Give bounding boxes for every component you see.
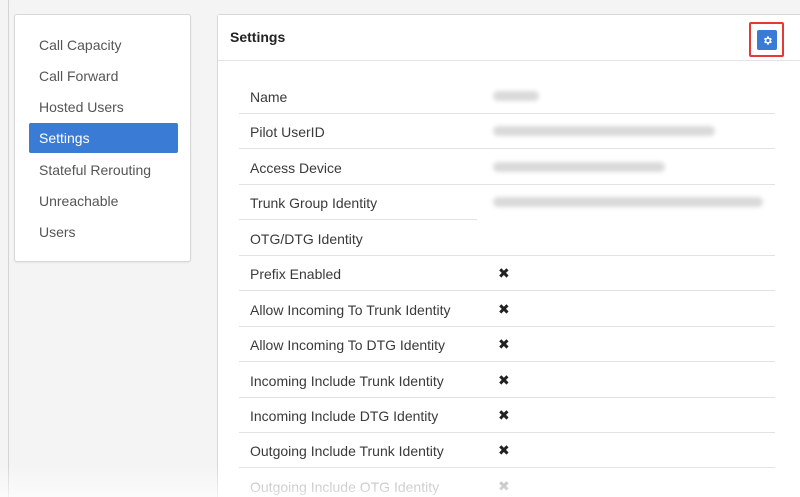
row-label-allow-incoming-trunk: Allow Incoming To Trunk Identity — [250, 302, 451, 318]
table-row: Incoming Include DTG Identity ✖ — [239, 398, 775, 433]
close-icon: ✖ — [498, 336, 510, 352]
table-row: Access Device — [239, 150, 775, 185]
sidebar-item-stateful-rerouting[interactable]: Stateful Rerouting — [29, 155, 178, 185]
table-row: OTG/DTG Identity — [239, 221, 775, 256]
row-label-outgoing-include-trunk: Outgoing Include Trunk Identity — [250, 443, 444, 459]
gear-highlight-box — [749, 22, 784, 57]
panel-header: Settings — [218, 15, 800, 61]
redacted-value — [493, 126, 715, 136]
sidebar-item-call-forward[interactable]: Call Forward — [29, 61, 178, 91]
settings-panel: Settings Name Pilot UserID Access Device — [217, 14, 800, 497]
sidebar-item-settings[interactable]: Settings — [29, 123, 178, 153]
redacted-value — [493, 197, 763, 207]
close-icon: ✖ — [498, 372, 510, 388]
row-label-trunk-group-identity: Trunk Group Identity — [250, 195, 378, 211]
row-label-prefix-enabled: Prefix Enabled — [250, 266, 342, 282]
row-label-incoming-include-trunk: Incoming Include Trunk Identity — [250, 373, 444, 389]
table-row: Allow Incoming To Trunk Identity ✖ — [239, 292, 775, 327]
table-row: Trunk Group Identity — [239, 185, 775, 220]
close-icon: ✖ — [498, 442, 510, 458]
row-label-otg-dtg-identity: OTG/DTG Identity — [250, 231, 363, 247]
close-icon: ✖ — [498, 301, 510, 317]
table-row: Outgoing Include Trunk Identity ✖ — [239, 433, 775, 468]
redacted-value — [493, 91, 539, 101]
panel-title: Settings — [230, 29, 286, 45]
table-row: Prefix Enabled ✖ — [239, 256, 775, 291]
row-label-allow-incoming-dtg: Allow Incoming To DTG Identity — [250, 337, 446, 353]
close-icon: ✖ — [498, 265, 510, 281]
row-label-incoming-include-dtg: Incoming Include DTG Identity — [250, 408, 439, 424]
close-icon: ✖ — [498, 478, 510, 494]
sidebar-nav: Call Capacity Call Forward Hosted Users … — [14, 14, 191, 262]
sidebar-item-unreachable[interactable]: Unreachable — [29, 186, 178, 216]
row-label-name: Name — [250, 89, 288, 105]
close-icon: ✖ — [498, 407, 510, 423]
row-label-pilot-userid: Pilot UserID — [250, 124, 325, 140]
sidebar-item-hosted-users[interactable]: Hosted Users — [29, 92, 178, 122]
row-label-access-device: Access Device — [250, 160, 342, 176]
table-row: Allow Incoming To DTG Identity ✖ — [239, 327, 775, 362]
table-row: Outgoing Include OTG Identity ✖ — [239, 469, 775, 497]
redacted-value — [493, 162, 665, 172]
sidebar-item-users[interactable]: Users — [29, 217, 178, 247]
table-row: Pilot UserID — [239, 114, 775, 149]
row-label-outgoing-include-otg: Outgoing Include OTG Identity — [250, 479, 440, 495]
table-row: Incoming Include Trunk Identity ✖ — [239, 363, 775, 398]
settings-gear-button[interactable] — [757, 30, 777, 50]
table-row: Name — [239, 79, 775, 114]
page-background: Call Capacity Call Forward Hosted Users … — [0, 0, 800, 497]
frame-divider — [8, 0, 9, 497]
gear-icon — [763, 35, 772, 45]
sidebar-item-call-capacity[interactable]: Call Capacity — [29, 30, 178, 60]
